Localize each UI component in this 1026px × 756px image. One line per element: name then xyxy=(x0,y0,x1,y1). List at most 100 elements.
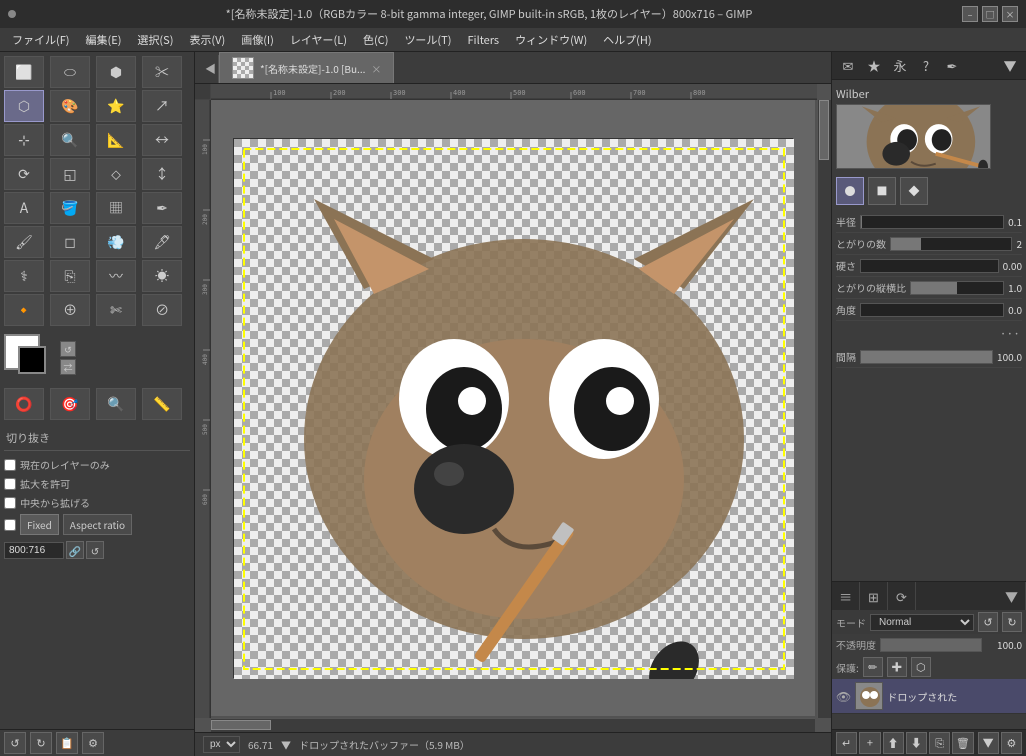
star-icon[interactable]: ★ xyxy=(862,55,886,77)
scissors-tool[interactable]: ✂ xyxy=(142,56,182,88)
circle-shape-btn[interactable]: ● xyxy=(836,177,864,205)
preserve-transparency-icon[interactable]: ✏ xyxy=(863,657,883,677)
maximize-button[interactable]: □ xyxy=(982,6,998,22)
duplicate-layer-btn[interactable]: ⎘ xyxy=(929,732,950,754)
spacing-bar[interactable] xyxy=(860,350,993,364)
minimize-button[interactable]: – xyxy=(962,6,978,22)
blend-mode-selector[interactable]: Normal Multiply Screen xyxy=(870,614,974,631)
layer-visibility-icon[interactable]: 👁 xyxy=(836,688,851,705)
opacity-bar[interactable] xyxy=(880,638,982,652)
vertical-scroll-thumb[interactable] xyxy=(819,100,829,160)
horizontal-scrollbar[interactable] xyxy=(211,718,815,732)
expand-center-checkbox[interactable] xyxy=(4,497,16,509)
scale-tool[interactable]: ◱ xyxy=(50,158,90,190)
desaturate-tool[interactable]: 🔸 xyxy=(4,294,44,326)
menu-item-v[interactable]: 表示(V) xyxy=(181,30,233,50)
ellipse-select-tool[interactable]: ⬭ xyxy=(50,56,90,88)
layers-tab-paths[interactable]: ⟳ xyxy=(888,582,916,610)
radius-bar[interactable] xyxy=(860,215,1004,229)
allow-grow-checkbox[interactable] xyxy=(4,478,16,490)
delete-layer-btn[interactable]: 🗑 xyxy=(952,732,973,754)
menu-item-l[interactable]: レイヤー(L) xyxy=(282,30,355,50)
preserve-paint-icon[interactable]: ✚ xyxy=(887,657,907,677)
angle-bar[interactable] xyxy=(860,303,1004,317)
zoom-tool[interactable]: 🔍 xyxy=(50,124,90,156)
canvas-scroll[interactable] xyxy=(211,100,815,716)
menu-item-e[interactable]: 編集(E) xyxy=(78,30,130,50)
panel-menu-icon[interactable]: ▼ xyxy=(998,55,1022,77)
menu-item-h[interactable]: ヘルプ(H) xyxy=(595,30,659,50)
square-shape-btn[interactable]: ■ xyxy=(868,177,896,205)
size-reset-icon[interactable]: ↺ xyxy=(86,541,104,559)
move-tool[interactable]: ⊹ xyxy=(4,124,44,156)
crop-tool-icon[interactable]: ✄ xyxy=(96,294,136,326)
text-tool[interactable]: A xyxy=(4,192,44,224)
menu-item-i[interactable]: 画像(I) xyxy=(233,30,282,50)
vertical-scrollbar[interactable] xyxy=(817,100,831,718)
hardness-bar[interactable] xyxy=(860,259,999,273)
fixed-checkbox[interactable] xyxy=(4,519,16,531)
chain-link-icon[interactable]: 🔗 xyxy=(66,541,84,559)
blend-tool[interactable]: ▦ xyxy=(96,192,136,224)
tool-zoom2[interactable]: 🔍 xyxy=(96,388,136,420)
heal-tool[interactable]: ⚕ xyxy=(4,260,44,292)
tool-paths[interactable]: ⭕ xyxy=(4,388,44,420)
airbrush-tool[interactable]: 💨 xyxy=(96,226,136,258)
aspect-bar[interactable] xyxy=(910,281,1004,295)
dodge-burn-tool[interactable]: ☀ xyxy=(142,260,182,292)
free-select-tool[interactable]: ⬢ xyxy=(96,56,136,88)
config-btn[interactable]: ⚙ xyxy=(82,732,104,754)
ink-tool[interactable]: 🖋 xyxy=(142,226,182,258)
perspective-tool[interactable]: ⬦ xyxy=(96,158,136,190)
menu-item-c[interactable]: 色(C) xyxy=(355,30,396,50)
pen-icon[interactable]: ✒ xyxy=(940,55,964,77)
layers-panel-menu[interactable]: ▼ xyxy=(998,582,1026,610)
help-icon[interactable]: ? xyxy=(914,55,938,77)
horizontal-scroll-thumb[interactable] xyxy=(211,720,271,730)
clone-tool[interactable]: ⎘ xyxy=(50,260,90,292)
bucket-fill-tool[interactable]: 🪣 xyxy=(50,192,90,224)
fuzzy-select-tool[interactable]: ⬡ xyxy=(4,90,44,122)
paintbrush-tool[interactable]: 🖌 xyxy=(4,226,44,258)
layers-tab-list[interactable]: ≡ xyxy=(832,582,860,610)
undo-btn[interactable]: ↺ xyxy=(4,732,26,754)
new-layer-btn[interactable]: + xyxy=(859,732,880,754)
foreground-color-swatch[interactable] xyxy=(18,346,46,374)
undo-layer-icon[interactable]: ↺ xyxy=(978,612,998,632)
color-picker-tool[interactable]: ⊕ xyxy=(50,294,90,326)
spikes-bar[interactable] xyxy=(890,237,1012,251)
tool-measure2[interactable]: 📏 xyxy=(142,388,182,420)
menu-item-w[interactable]: ウィンドウ(W) xyxy=(507,30,595,50)
smudge-tool[interactable]: 〰 xyxy=(96,260,136,292)
layer-to-image-size-btn[interactable]: ↵ xyxy=(836,732,857,754)
fixed-button[interactable]: Fixed xyxy=(20,514,59,535)
layers-tab-grid[interactable]: ⊞ xyxy=(860,582,888,610)
current-layer-checkbox[interactable] xyxy=(4,459,16,471)
tab-close-icon[interactable]: × xyxy=(371,61,381,76)
layers-menu-btn[interactable]: ▼ xyxy=(978,732,999,754)
transform-tool[interactable]: ↔ xyxy=(142,124,182,156)
align-tool[interactable]: ↗ xyxy=(142,90,182,122)
canvas-tab-main[interactable]: *[名称未設定]-1.0 [Bu... × xyxy=(219,52,394,83)
swap-colors-icon[interactable]: ⇄ xyxy=(60,359,76,375)
layers-config-btn[interactable]: ⚙ xyxy=(1001,732,1022,754)
foreground-select-tool[interactable]: ⭐ xyxy=(96,90,136,122)
menu-item-filters[interactable]: Filters xyxy=(459,30,507,50)
close-button[interactable]: × xyxy=(1002,6,1018,22)
pencil-tool[interactable]: ✒ xyxy=(142,192,182,224)
redo-btn[interactable]: ↻ xyxy=(30,732,52,754)
rotate-tool[interactable]: ⟳ xyxy=(4,158,44,190)
reset-colors-icon[interactable]: ↺ xyxy=(60,341,76,357)
unit-selector[interactable]: px % xyxy=(203,736,240,753)
menu-item-f[interactable]: ファイル(F) xyxy=(4,30,78,50)
preserve-alpha-icon[interactable]: ⬡ xyxy=(911,657,931,677)
raise-layer-btn[interactable]: ⬆ xyxy=(883,732,904,754)
canvas-nav-left[interactable]: ◀ xyxy=(203,55,219,83)
lower-layer-btn[interactable]: ⬇ xyxy=(906,732,927,754)
rect-select-tool[interactable]: ⬜ xyxy=(4,56,44,88)
eraser-tool[interactable]: ◻ xyxy=(50,226,90,258)
flip-tool[interactable]: ↕ xyxy=(142,158,182,190)
measure-tool[interactable]: 📐 xyxy=(96,124,136,156)
mail-icon[interactable]: ✉ xyxy=(836,55,860,77)
kanji-icon[interactable]: 永 xyxy=(888,55,912,77)
